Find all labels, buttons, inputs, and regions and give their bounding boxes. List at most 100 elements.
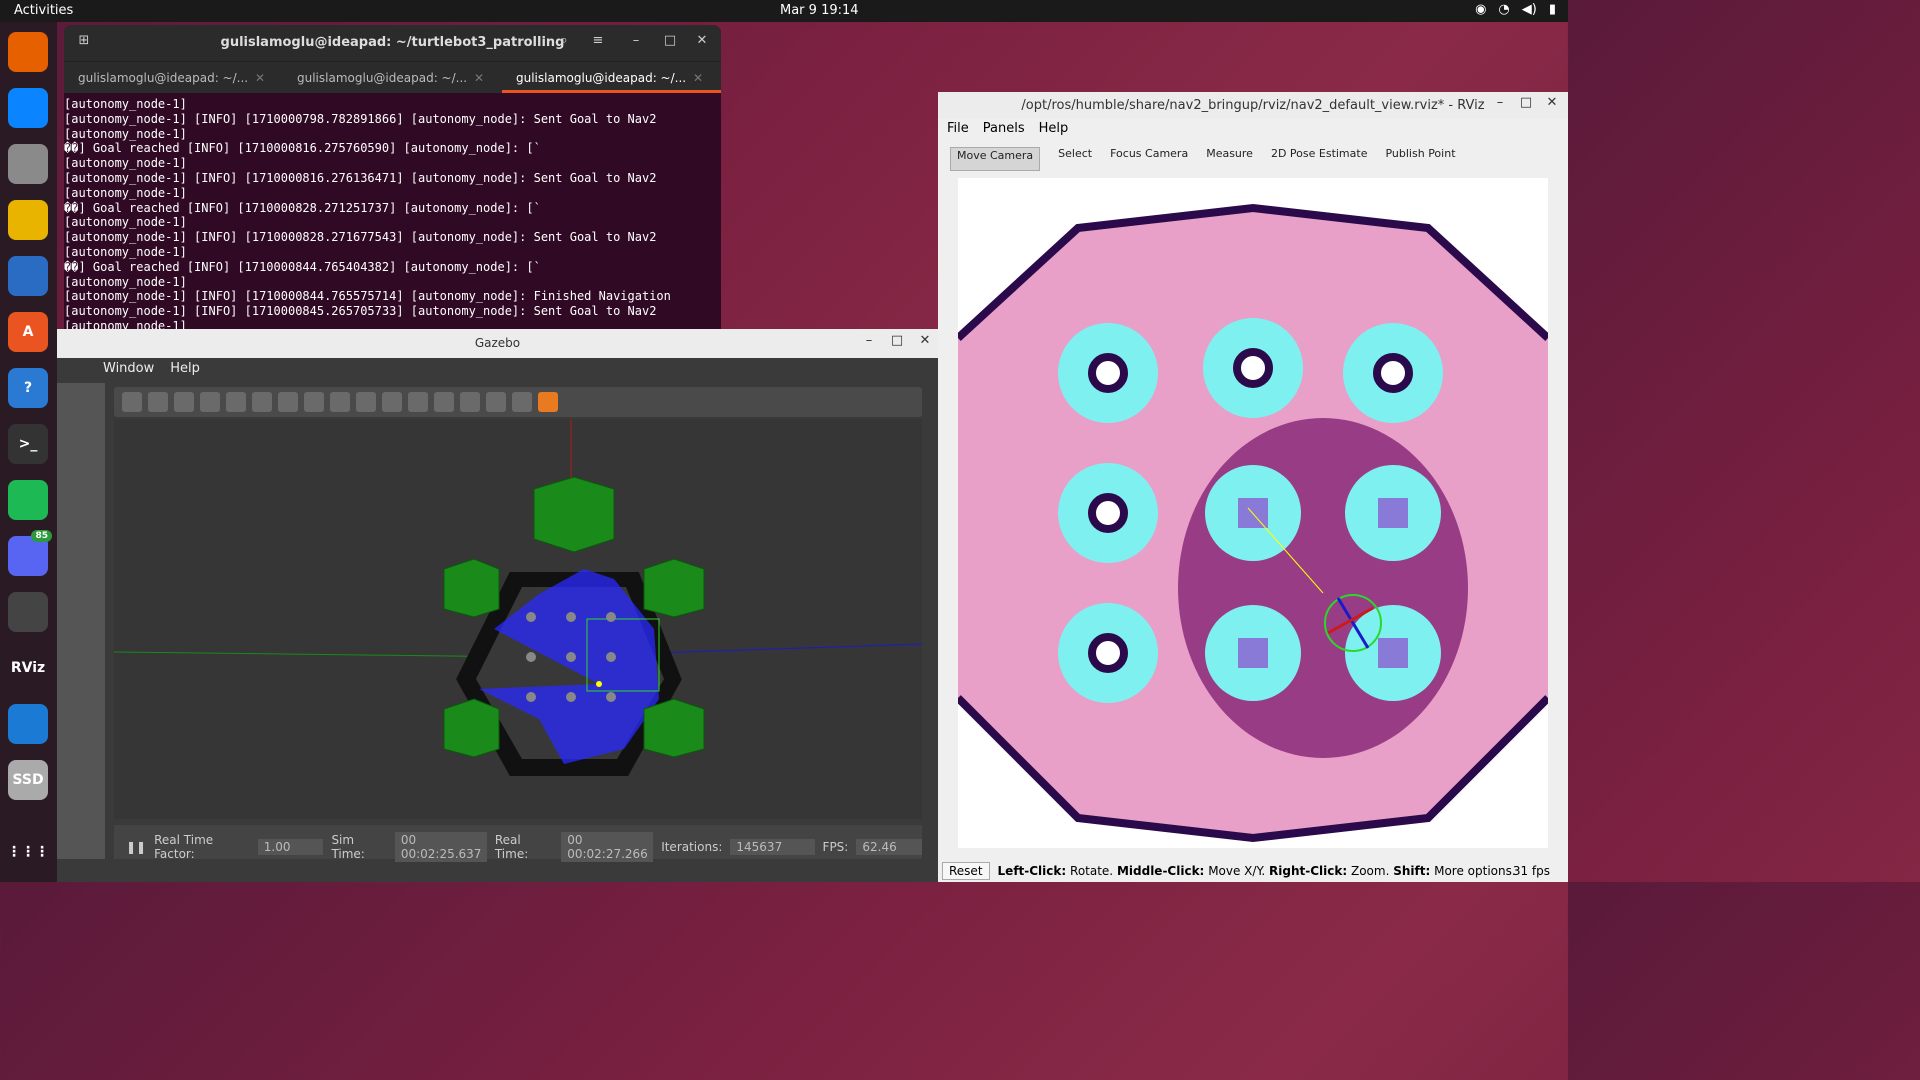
apps-grid-icon[interactable]: ⋮⋮⋮ [7, 832, 49, 872]
sim-time-value: 00 00:02:25.637 [394, 831, 487, 862]
volume-icon[interactable]: ◀) [1522, 2, 1537, 17]
scale-tool-icon[interactable] [200, 392, 220, 412]
thunderbird-icon[interactable] [8, 88, 48, 128]
ssd-icon[interactable]: SSD [8, 760, 48, 800]
terminal-line: [autonomy_node-1] [INFO] [1710000816.276… [64, 170, 657, 185]
rotate-tool-icon[interactable] [174, 392, 194, 412]
spotify-icon[interactable] [8, 480, 48, 520]
minimize-icon[interactable]: – [1490, 95, 1510, 115]
terminal-line: [autonomy_node-1] [64, 97, 187, 111]
cylinder-shape-icon[interactable] [330, 392, 350, 412]
mouse-hint: Left-Click: Rotate. Middle-Click: Move X… [997, 864, 1516, 878]
writer-icon[interactable] [8, 256, 48, 296]
terminal-line: [autonomy_node-1] [64, 215, 187, 230]
rviz-status-bar: Reset Left-Click: Rotate. Middle-Click: … [938, 860, 1568, 882]
sublime-icon[interactable] [8, 592, 48, 632]
measure-tool[interactable]: Measure [1206, 147, 1253, 171]
fps-value: 62.46 [856, 838, 923, 855]
vscode-icon[interactable] [8, 704, 48, 744]
terminal-icon[interactable]: >_ [8, 424, 48, 464]
close-tab-icon[interactable]: ✕ [255, 71, 265, 85]
battery-icon[interactable]: ▮ [1549, 2, 1556, 17]
help-icon[interactable]: ? [8, 368, 48, 408]
app-center-icon[interactable]: A [8, 312, 48, 352]
rhythmbox-icon[interactable] [8, 200, 48, 240]
gazebo-3d-scene[interactable] [114, 419, 922, 819]
move-camera-tool[interactable]: Move Camera [950, 147, 1041, 171]
close-icon[interactable]: ✕ [692, 33, 712, 53]
rviz-titlebar[interactable]: /opt/ros/humble/share/nav2_bringup/rviz/… [938, 92, 1568, 119]
directional-light-icon[interactable] [408, 392, 428, 412]
sphere-shape-icon[interactable] [304, 392, 324, 412]
point-light-icon[interactable] [356, 392, 376, 412]
search-icon[interactable]: ⌕ [554, 33, 574, 53]
rviz-map-view[interactable] [958, 178, 1548, 848]
snap-icon[interactable] [512, 392, 532, 412]
terminal-output[interactable]: [autonomy_node-1] [autonomy_node-1] [INFO… [64, 93, 721, 329]
rviz-title: /opt/ros/humble/share/nav2_bringup/rviz/… [1021, 98, 1485, 113]
menu-help[interactable]: Help [170, 361, 200, 380]
menu-window[interactable]: Window [103, 361, 154, 380]
files-icon[interactable] [8, 144, 48, 184]
discord-tray-icon[interactable]: ◉ [1475, 2, 1486, 17]
terminal-line: ��] Goal reached [INFO] [1710000816.2757… [64, 141, 541, 156]
real-time-value: 00 00:02:27.266 [561, 831, 654, 862]
pause-icon[interactable]: ❚❚ [126, 840, 146, 854]
redo-icon[interactable] [252, 392, 272, 412]
terminal-tab-active[interactable]: gulislamoglu@ideapad: ~/... ✕ [502, 62, 721, 93]
close-tab-icon[interactable]: ✕ [474, 71, 484, 85]
menu-file[interactable]: File [947, 121, 969, 141]
terminal-tab[interactable]: gulislamoglu@ideapad: ~/... ✕ [64, 62, 283, 93]
terminal-window: ⊞ gulislamoglu@ideapad: ~/turtlebot3_pat… [64, 25, 721, 329]
firefox-icon[interactable] [8, 32, 48, 72]
close-icon[interactable]: ✕ [1542, 95, 1562, 115]
world-panel[interactable] [57, 383, 105, 859]
system-tray[interactable]: ◉ ◔ ◀) ▮ [1475, 2, 1556, 17]
menu-icon[interactable]: ≡ [588, 33, 608, 53]
terminal-tab[interactable]: gulislamoglu@ideapad: ~/... ✕ [283, 62, 502, 93]
activities-button[interactable]: Activities [14, 3, 73, 18]
spot-light-icon[interactable] [382, 392, 402, 412]
wifi-icon[interactable]: ◔ [1498, 2, 1509, 17]
terminal-line: [autonomy_node-1] [64, 185, 187, 200]
close-tab-icon[interactable]: ✕ [693, 71, 703, 85]
gazebo-status-bar: ❚❚ Real Time Factor: 1.00 Sim Time: 00 00:… [114, 825, 923, 862]
publish-point-tool[interactable]: Publish Point [1385, 147, 1455, 171]
iterations-value: 145637 [730, 838, 815, 855]
align-icon[interactable] [486, 392, 506, 412]
gazebo-menubar: Window Help [57, 358, 938, 380]
notification-badge: 85 [31, 530, 52, 542]
dock: A? >_ 85 RViz SSD ⋮⋮⋮ [0, 22, 57, 882]
menu-panels[interactable]: Panels [983, 121, 1025, 141]
discord-icon[interactable]: 85 [8, 530, 52, 576]
terminal-line: [autonomy_node-1] [64, 126, 187, 141]
copy-icon[interactable] [434, 392, 454, 412]
select-tool-icon[interactable] [122, 392, 142, 412]
terminal-tabs: gulislamoglu@ideapad: ~/... ✕ gulislamogl… [64, 61, 721, 93]
reset-button[interactable]: Reset [942, 862, 990, 880]
rviz-icon[interactable]: RViz [8, 648, 48, 688]
terminal-title: gulislamoglu@ideapad: ~/turtlebot3_patro… [220, 35, 565, 50]
maximize-icon[interactable]: □ [1516, 95, 1536, 115]
view-angle-icon[interactable] [538, 392, 558, 412]
menu-help[interactable]: Help [1039, 121, 1069, 141]
minimize-icon[interactable]: – [626, 33, 646, 53]
terminal-line: [autonomy_node-1] [64, 156, 187, 171]
focus-camera-tool[interactable]: Focus Camera [1110, 147, 1188, 171]
box-shape-icon[interactable] [278, 392, 298, 412]
gazebo-window: Gazebo – □ ✕ Window Help ❚❚ Real Time Fa… [57, 329, 938, 882]
gazebo-titlebar[interactable]: Gazebo – □ ✕ [57, 329, 938, 358]
select-tool[interactable]: Select [1058, 147, 1092, 171]
gazebo-toolbar [114, 387, 922, 417]
maximize-icon[interactable]: □ [887, 333, 907, 353]
undo-icon[interactable] [226, 392, 246, 412]
paste-icon[interactable] [460, 392, 480, 412]
minimize-icon[interactable]: – [859, 333, 879, 353]
terminal-titlebar[interactable]: ⊞ gulislamoglu@ideapad: ~/turtlebot3_pat… [64, 25, 721, 61]
maximize-icon[interactable]: □ [660, 33, 680, 53]
clock[interactable]: Mar 9 19:14 [780, 3, 859, 18]
close-icon[interactable]: ✕ [915, 333, 935, 353]
pose-estimate-tool[interactable]: 2D Pose Estimate [1271, 147, 1368, 171]
terminal-line: [autonomy_node-1] [INFO] [1710000798.782… [64, 111, 657, 126]
translate-tool-icon[interactable] [148, 392, 168, 412]
